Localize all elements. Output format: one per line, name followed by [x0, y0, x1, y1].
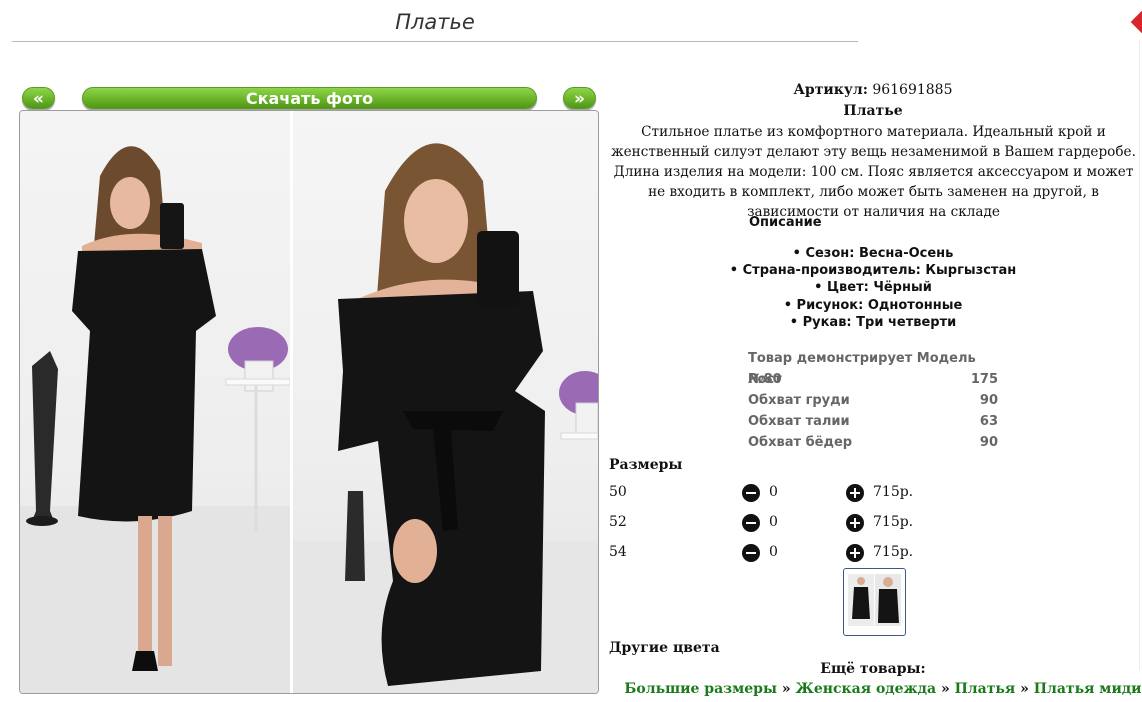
photo-closeup [293, 111, 598, 693]
size-row: 52 0 715р. [609, 514, 929, 534]
quantity-value: 0 [769, 544, 778, 560]
spec-item: • Страна-производитель: Кыргызстан [729, 263, 1017, 279]
breadcrumb-separator: » [781, 681, 791, 697]
color-thumbnail[interactable] [843, 568, 906, 636]
quantity-value: 0 [769, 484, 778, 500]
size-price: 715р. [873, 514, 914, 530]
plus-icon[interactable] [846, 544, 864, 562]
product-description: Стильное платье из комфортного материала… [611, 124, 1136, 220]
size-label: 54 [609, 544, 627, 560]
product-name: Платье [843, 103, 903, 119]
product-photo[interactable] [19, 110, 599, 694]
model-row: Обхват бёдер 90 [748, 435, 998, 450]
corner-diamond-icon[interactable] [1130, 10, 1142, 34]
breadcrumb-separator: » [940, 681, 950, 697]
plus-icon[interactable] [846, 484, 864, 502]
download-photo-button[interactable]: Скачать фото [82, 87, 537, 109]
other-colors-heading: Другие цвета [609, 640, 720, 656]
model-row: Рост 175 [748, 372, 998, 387]
model-row: Обхват талии 63 [748, 414, 998, 429]
quantity-value: 0 [769, 514, 778, 530]
category-breadcrumb: Большие размеры » Женская одежда » Плать… [609, 681, 1142, 697]
sizes-heading: Размеры [609, 457, 683, 473]
size-price: 715р. [873, 484, 914, 500]
minus-icon[interactable] [742, 484, 760, 502]
size-label: 52 [609, 514, 627, 530]
size-row: 50 0 715р. [609, 484, 929, 504]
sku-value: 961691885 [872, 82, 953, 98]
size-price: 715р. [873, 544, 914, 560]
minus-icon[interactable] [742, 514, 760, 532]
spec-item: • Сезон: Весна-Осень [792, 246, 954, 261]
model-row: Обхват груди 90 [748, 393, 998, 408]
spec-item: • Цвет: Чёрный [814, 280, 932, 296]
size-row: 54 0 715р. [609, 544, 929, 564]
plus-icon[interactable] [846, 514, 864, 532]
previous-photo-button[interactable]: « [22, 87, 55, 109]
description-heading: Описание [749, 215, 822, 230]
minus-icon[interactable] [742, 544, 760, 562]
sku-line: Артикул: 961691885 [609, 82, 1137, 98]
title-divider [12, 41, 858, 42]
category-link[interactable]: Большие размеры [624, 681, 777, 697]
more-items-heading: Ещё товары: [820, 661, 926, 677]
sku-label: Артикул: [793, 82, 868, 98]
photo-full-length [20, 111, 291, 693]
category-link[interactable]: Женская одежда [796, 681, 937, 697]
next-photo-button[interactable]: » [563, 87, 596, 109]
model-heading: Товар демонстрирует Модель №80 [748, 351, 976, 387]
page-title: Платье [395, 10, 475, 34]
breadcrumb-separator: » [1020, 681, 1029, 697]
size-label: 50 [609, 484, 627, 500]
spec-list: • Сезон: Весна-Осень • Страна-производит… [609, 245, 1137, 331]
category-link[interactable]: Платья миди [1034, 681, 1142, 697]
model-measurements: Товар демонстрирует Модель №80 Рост 175 О… [748, 348, 998, 453]
category-link[interactable]: Платья [955, 681, 1016, 697]
spec-item: • Рукав: Три четверти [789, 314, 957, 330]
spec-item: • Рисунок: Однотонные [783, 297, 963, 313]
